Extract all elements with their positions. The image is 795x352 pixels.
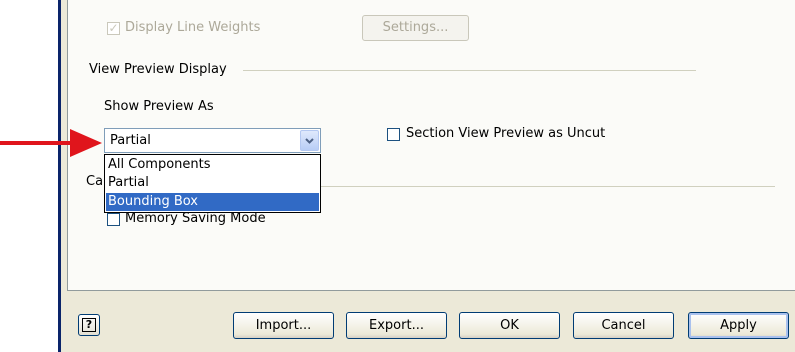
checkmark-icon: ✓ [108, 21, 119, 35]
combobox-value: Partial [110, 133, 151, 148]
dialog-left-border [58, 0, 61, 352]
show-preview-label: Show Preview As [104, 99, 214, 114]
section-view-checkbox[interactable] [387, 128, 400, 141]
ok-button[interactable]: OK [459, 312, 560, 339]
memory-saving-label: Memory Saving Mode [125, 211, 266, 226]
cancel-button[interactable]: Cancel [573, 312, 674, 339]
list-item[interactable]: Partial [106, 174, 319, 192]
list-item-selected[interactable]: Bounding Box [106, 193, 319, 211]
red-arrow-icon [0, 129, 102, 157]
line-weights-checkbox[interactable]: ✓ [107, 22, 120, 35]
section-view-label: Section View Preview as Uncut [406, 126, 606, 141]
group-divider [243, 70, 696, 71]
line-weights-label: Display Line Weights [125, 20, 261, 35]
settings-button[interactable]: Settings... [362, 15, 469, 41]
memory-saving-checkbox[interactable] [107, 213, 120, 226]
help-button[interactable]: ? [78, 314, 100, 336]
apply-button[interactable]: Apply [688, 312, 789, 339]
combobox-dropdown-button[interactable] [300, 130, 319, 151]
import-button[interactable]: Import... [233, 312, 334, 339]
list-item[interactable]: All Components [106, 156, 319, 174]
preview-options-list[interactable]: All Components Partial Bounding Box [104, 154, 321, 213]
view-preview-group-title: View Preview Display [89, 62, 227, 77]
capacity-group-title: Ca [86, 174, 104, 189]
help-icon: ? [82, 318, 96, 332]
group-divider [321, 186, 775, 187]
chevron-down-icon [305, 138, 314, 144]
export-button[interactable]: Export... [346, 312, 447, 339]
show-preview-combobox[interactable]: Partial [104, 128, 321, 153]
